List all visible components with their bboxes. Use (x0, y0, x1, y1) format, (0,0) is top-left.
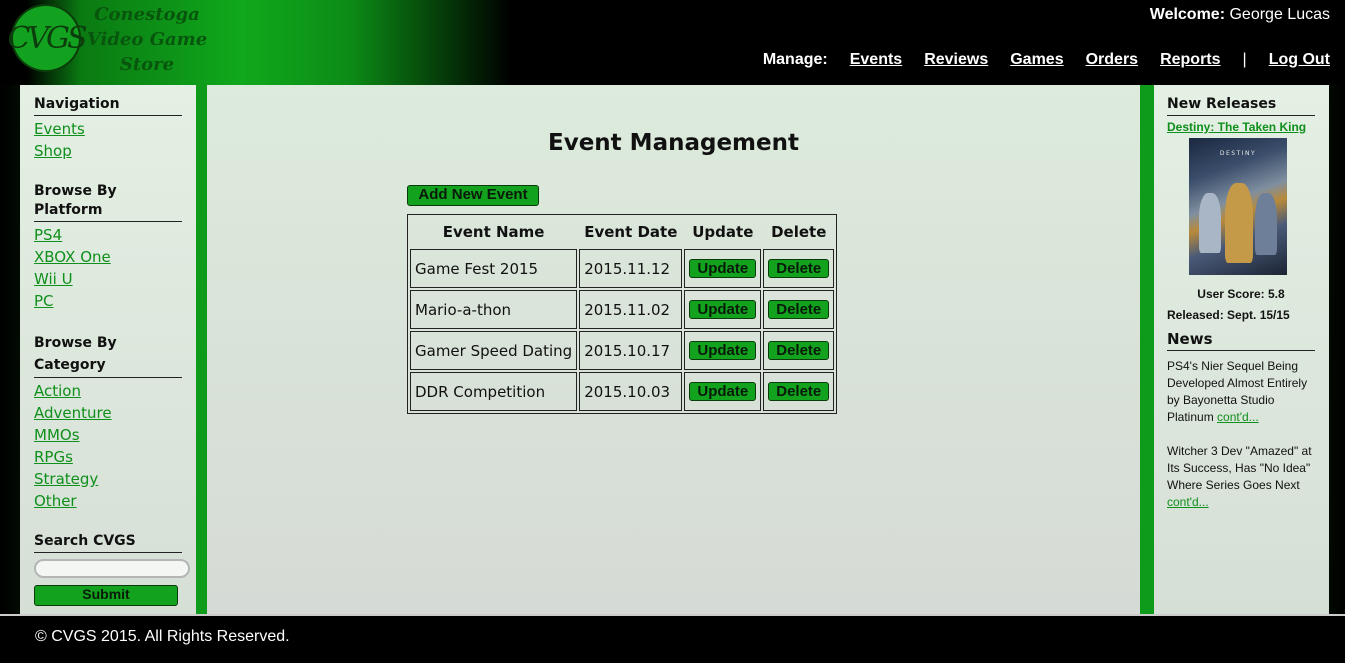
update-cell: Update (684, 290, 762, 329)
page-title: Event Management (548, 130, 799, 156)
platform-link-wii-u[interactable]: Wii U (34, 268, 196, 290)
table-header-row: Event Name Event Date Update Delete (410, 217, 834, 247)
right-sidebar: New Releases Destiny: The Taken King DES… (1154, 85, 1329, 614)
delete-cell: Delete (763, 372, 835, 411)
news-item: Witcher 3 Dev "Amazed" at Its Success, H… (1167, 443, 1315, 511)
boxart-figure (1255, 193, 1277, 255)
search-section: Search CVGS Submit (34, 532, 196, 606)
user-name: George Lucas (1229, 6, 1330, 23)
update-button[interactable]: Update (689, 300, 757, 319)
platform-link-pc[interactable]: PC (34, 290, 196, 312)
nav-reports-link[interactable]: Reports (1160, 51, 1220, 69)
platform-section: Browse By Platform PS4 XBOX One Wii U PC (34, 182, 196, 312)
sidebar-link-shop[interactable]: Shop (34, 140, 196, 162)
news-text: Witcher 3 Dev "Amazed" at Its Success, H… (1167, 444, 1312, 492)
release-date: Released: Sept. 15/15 (1167, 308, 1290, 322)
event-date-cell: 2015.10.17 (579, 331, 683, 370)
category-title: Browse By Category (34, 332, 182, 378)
top-nav: Manage: Events Reviews Games Orders Repo… (763, 51, 1330, 69)
update-button[interactable]: Update (689, 259, 757, 278)
column-header-event-date: Event Date (584, 223, 678, 241)
news-contd-link[interactable]: cont'd... (1167, 495, 1209, 509)
manage-label: Manage: (762, 51, 828, 68)
logout-link[interactable]: Log Out (1269, 51, 1330, 69)
header: CVGS Conestoga Video Game Store Welcome:… (0, 0, 1345, 85)
nav-games-link[interactable]: Games (1010, 51, 1063, 69)
update-cell: Update (684, 249, 762, 288)
event-name-cell: Gamer Speed Dating (410, 331, 578, 370)
event-date-cell: 2015.11.12 (579, 249, 683, 288)
column-header-delete: Delete (771, 223, 827, 241)
event-date-cell: 2015.10.03 (579, 372, 683, 411)
left-sidebar: Navigation Events Shop Browse By Platfor… (20, 85, 196, 614)
nav-events-link[interactable]: Events (850, 51, 902, 69)
delete-cell: Delete (763, 331, 835, 370)
sidebar-link-events[interactable]: Events (34, 118, 196, 140)
delete-button[interactable]: Delete (768, 382, 830, 401)
events-table: Event Name Event Date Update Delete Game… (407, 214, 838, 414)
update-button[interactable]: Update (689, 382, 757, 401)
category-link-rpgs[interactable]: RPGs (34, 446, 196, 468)
category-link-mmos[interactable]: MMOs (34, 424, 196, 446)
footer: © CVGS 2015. All Rights Reserved. (0, 614, 1345, 663)
event-name-cell: Mario-a-thon (410, 290, 578, 329)
platform-link-ps4[interactable]: PS4 (34, 224, 196, 246)
welcome-message: Welcome: George Lucas (1150, 6, 1330, 24)
copyright-text: © CVGS 2015. All Rights Reserved. (35, 628, 290, 645)
delete-button[interactable]: Delete (768, 300, 830, 319)
category-link-other[interactable]: Other (34, 490, 196, 512)
table-row: Gamer Speed Dating 2015.10.17 Update Del… (410, 331, 835, 370)
news-item: PS4's Nier Sequel Being Developed Almost… (1167, 358, 1315, 426)
event-name-cell: Game Fest 2015 (410, 249, 578, 288)
delete-button[interactable]: Delete (768, 259, 830, 278)
submit-button[interactable]: Submit (34, 585, 178, 606)
update-cell: Update (684, 331, 762, 370)
platform-link-xbox-one[interactable]: XBOX One (34, 246, 196, 268)
search-input[interactable] (34, 559, 190, 578)
boxart-figure (1199, 193, 1221, 253)
delete-button[interactable]: Delete (768, 341, 830, 360)
navigation-title: Navigation (34, 95, 182, 116)
update-button[interactable]: Update (689, 341, 757, 360)
logo-text: CVGS (7, 20, 87, 56)
game-boxart-image[interactable]: DESTINY (1189, 138, 1287, 275)
add-new-event-button[interactable]: Add New Event (407, 185, 539, 206)
platform-title: Browse By Platform (34, 182, 182, 222)
user-score: User Score: 5.8 (1197, 287, 1285, 301)
boxart-title: DESTINY (1219, 150, 1257, 157)
delete-cell: Delete (763, 249, 835, 288)
table-row: Game Fest 2015 2015.11.12 Update Delete (410, 249, 835, 288)
navigation-section: Navigation Events Shop (34, 95, 196, 162)
column-header-event-name: Event Name (442, 223, 545, 241)
category-link-adventure[interactable]: Adventure (34, 402, 196, 424)
event-date-cell: 2015.11.02 (579, 290, 683, 329)
category-link-action[interactable]: Action (34, 380, 196, 402)
table-row: DDR Competition 2015.10.03 Update Delete (410, 372, 835, 411)
main-content: Event Management Add New Event Event Nam… (207, 85, 1140, 614)
search-title: Search CVGS (34, 532, 182, 553)
new-releases-title: New Releases (1167, 95, 1315, 116)
logo[interactable]: CVGS (7, 4, 88, 72)
release-title-link[interactable]: Destiny: The Taken King (1167, 120, 1329, 134)
nav-orders-link[interactable]: Orders (1086, 51, 1138, 69)
news-contd-link[interactable]: cont'd... (1217, 410, 1259, 424)
table-row: Mario-a-thon 2015.11.02 Update Delete (410, 290, 835, 329)
news-title: News (1167, 330, 1315, 351)
nav-reviews-link[interactable]: Reviews (924, 51, 988, 69)
store-name: Conestoga Video Game Store (86, 4, 208, 75)
delete-cell: Delete (763, 290, 835, 329)
category-link-strategy[interactable]: Strategy (34, 468, 196, 490)
update-cell: Update (684, 372, 762, 411)
event-name-cell: DDR Competition (410, 372, 578, 411)
column-header-update: Update (692, 223, 754, 241)
category-section: Browse By Category Action Adventure MMOs… (34, 332, 196, 512)
welcome-label: Welcome: (1149, 6, 1226, 23)
nav-separator: | (1242, 51, 1247, 68)
boxart-figure (1225, 183, 1253, 263)
